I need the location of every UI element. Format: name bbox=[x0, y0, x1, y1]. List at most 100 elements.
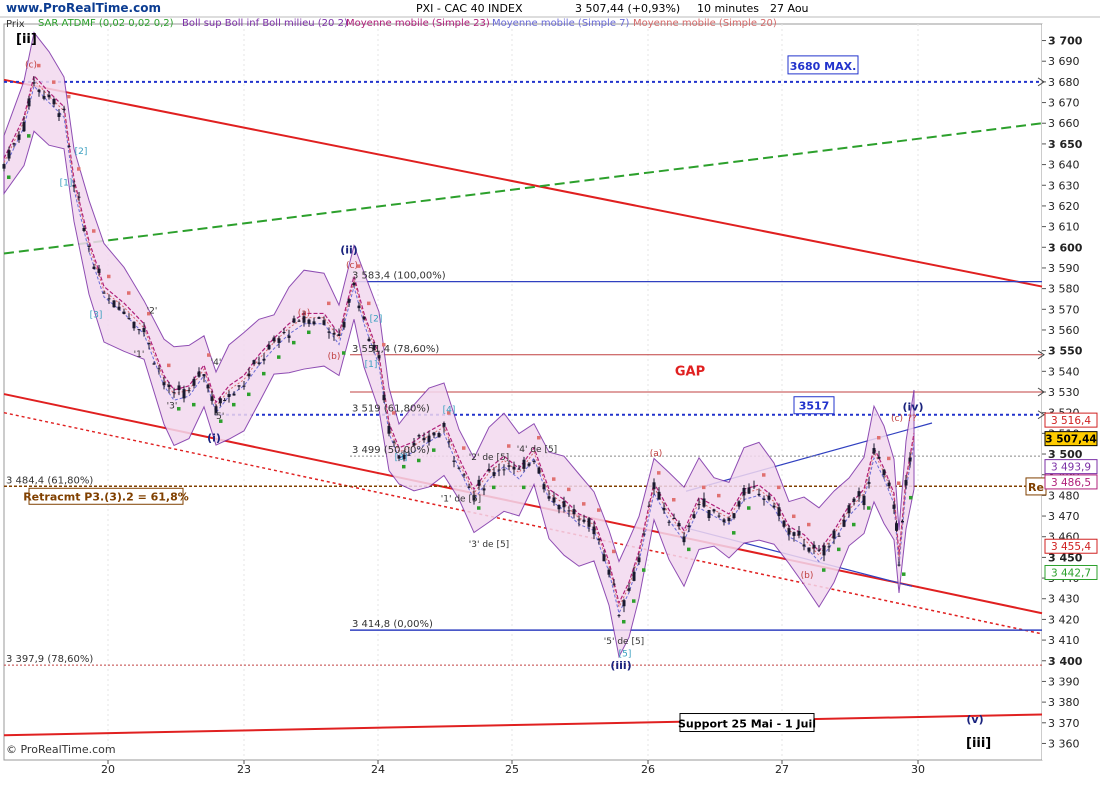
candle-body bbox=[892, 504, 896, 509]
candle-body bbox=[47, 94, 51, 98]
candle-body bbox=[352, 282, 356, 286]
sar-dot bbox=[462, 446, 466, 450]
sar-dot bbox=[762, 473, 766, 477]
sar-dot bbox=[897, 481, 901, 485]
candle-body bbox=[517, 468, 521, 470]
candle-body bbox=[157, 368, 161, 370]
candle-body bbox=[552, 497, 556, 503]
sar-dot bbox=[307, 330, 311, 335]
candle-body bbox=[62, 108, 66, 111]
wave-mark: [1] bbox=[365, 360, 378, 370]
candle-body bbox=[322, 320, 326, 325]
sar-dot bbox=[177, 407, 181, 411]
x-tick-label: 26 bbox=[641, 763, 655, 776]
candle-body bbox=[908, 457, 912, 462]
candle-body bbox=[2, 164, 6, 169]
wave-mark: [2] bbox=[75, 147, 88, 157]
sar-dot bbox=[732, 531, 736, 535]
sar-dot bbox=[37, 63, 41, 68]
y-tick-label: 3 580 bbox=[1048, 283, 1080, 296]
sar-dot bbox=[67, 94, 71, 99]
sar-dot bbox=[167, 363, 171, 368]
candle-body bbox=[122, 311, 126, 314]
wave-mark: [2] bbox=[370, 315, 383, 325]
sar-dot bbox=[867, 506, 871, 510]
candle-body bbox=[532, 460, 536, 462]
price-axis-label: Prix bbox=[6, 19, 25, 30]
legend-ma23[interactable]: Moyenne mobile (Simple 23) bbox=[346, 18, 490, 29]
y-tick-label: 3 610 bbox=[1048, 221, 1080, 234]
fib-label: 3 397,9 (78,60%) bbox=[6, 654, 93, 665]
candle-body bbox=[807, 547, 811, 552]
sar-dot bbox=[792, 514, 796, 519]
candle-body bbox=[357, 305, 361, 309]
wave-mark: (a) bbox=[298, 309, 311, 319]
sar-dot bbox=[327, 301, 331, 306]
wave-mark: [5] bbox=[619, 650, 632, 660]
candle-body bbox=[42, 95, 46, 99]
sar-dot bbox=[417, 458, 421, 463]
y-tick-label: 3 700 bbox=[1048, 35, 1083, 48]
sar-dot bbox=[672, 498, 676, 502]
candle-body bbox=[92, 266, 96, 269]
sar-dot bbox=[852, 522, 856, 527]
y-tick-label: 3 590 bbox=[1048, 262, 1080, 275]
candle-body bbox=[210, 396, 214, 401]
candle-body bbox=[752, 486, 756, 488]
wave-v: (v) bbox=[966, 713, 983, 726]
fib-label: 3 499 (50,00%) bbox=[352, 445, 430, 456]
candle-body bbox=[447, 441, 451, 443]
y-tick-label: 3 530 bbox=[1048, 386, 1080, 399]
legend-ma20[interactable]: Moyenne mobile (Simple 20) bbox=[633, 18, 777, 29]
y-tick-label: 3 370 bbox=[1048, 717, 1080, 730]
candle-body bbox=[895, 523, 898, 531]
candle-body bbox=[367, 338, 371, 342]
candle-body bbox=[172, 392, 176, 394]
sar-dot bbox=[232, 402, 236, 407]
candle-body bbox=[218, 398, 222, 404]
sar-dot bbox=[507, 444, 511, 448]
candle-body bbox=[787, 528, 791, 535]
candle-body bbox=[867, 482, 871, 484]
candle-body bbox=[852, 498, 856, 502]
candle-body bbox=[817, 549, 821, 551]
wave-mark: '4' bbox=[211, 358, 222, 368]
candle-body bbox=[837, 535, 841, 537]
chart-canvas: 3 360 3 370 3 380 3 390 3 400 3 410 3 420 3 430… bbox=[0, 16, 1100, 776]
candle-body bbox=[142, 328, 146, 333]
candle-body bbox=[32, 82, 36, 84]
legend-ma7[interactable]: Moyenne mobile (Simple 7) bbox=[492, 18, 629, 29]
sar-dot bbox=[492, 485, 496, 490]
candle-body bbox=[67, 146, 71, 148]
candle-body bbox=[282, 332, 286, 334]
sar-dot bbox=[717, 493, 721, 498]
candle-body bbox=[337, 334, 341, 336]
candle-body bbox=[747, 487, 751, 494]
candle-body bbox=[232, 393, 236, 396]
y-tick-label: 3 390 bbox=[1048, 675, 1080, 688]
candle-body bbox=[697, 504, 701, 506]
legend-sar[interactable]: SAR ATDMF (0,02 0,02 0,2) bbox=[38, 18, 174, 29]
sar-dot bbox=[777, 485, 781, 490]
candle-body bbox=[662, 507, 666, 511]
candle-body bbox=[457, 467, 461, 469]
wave-mark: '1' de [5] bbox=[441, 495, 481, 505]
candle-body bbox=[572, 509, 576, 515]
wave-mark: (b) bbox=[328, 352, 341, 362]
candle-body bbox=[887, 482, 891, 487]
y-tick-label: 3 380 bbox=[1048, 696, 1080, 709]
candle-body bbox=[117, 306, 121, 310]
candle-body bbox=[177, 385, 181, 391]
y-tick-label: 3 650 bbox=[1048, 138, 1083, 151]
legend-bollinger[interactable]: Boll sup Boll inf Boll milieu (20 2) bbox=[182, 18, 348, 29]
candle-body bbox=[792, 532, 796, 536]
wave-mark: '4' de [5] bbox=[517, 445, 557, 455]
candle-body bbox=[767, 495, 771, 500]
site-logo[interactable]: www.ProRealTime.com bbox=[6, 1, 161, 15]
candle-body bbox=[57, 113, 61, 117]
sar-dot bbox=[77, 167, 81, 171]
candle-body bbox=[437, 433, 441, 438]
price-tag-text: 3 493,9 bbox=[1051, 462, 1091, 474]
candle-body bbox=[17, 134, 21, 140]
candle-body bbox=[492, 472, 496, 477]
